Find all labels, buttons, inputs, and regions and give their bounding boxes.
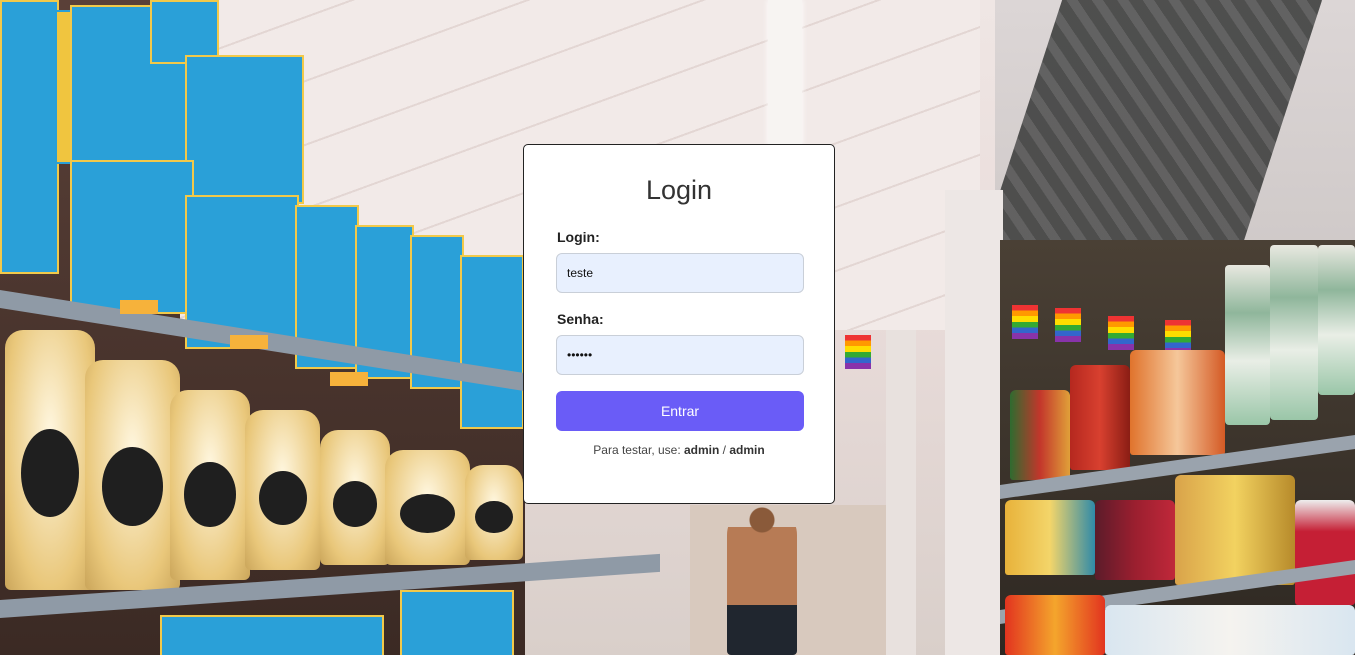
price-tag (330, 372, 368, 386)
password-label: Senha: (557, 311, 604, 327)
pride-flag (1165, 320, 1191, 354)
username-label: Login: (557, 229, 600, 245)
can-stack (1318, 245, 1355, 395)
can-stack (1270, 245, 1318, 420)
bottles (1130, 350, 1225, 455)
bottles (1010, 390, 1070, 480)
can-stack (1225, 265, 1270, 425)
pasta-bag (5, 330, 95, 590)
jars (1005, 500, 1095, 575)
pasta-box (400, 590, 514, 655)
pasta-bag (320, 430, 390, 565)
jars (1295, 500, 1355, 605)
login-card: Login Login: Senha: Entrar Para testar, … (523, 144, 835, 504)
pride-flag (1012, 305, 1038, 339)
bottles (1005, 595, 1105, 655)
hint-separator: / (719, 443, 730, 457)
password-input[interactable] (556, 335, 804, 375)
pasta-bag (245, 410, 320, 570)
pasta-box (460, 255, 524, 429)
hint-user: admin (684, 443, 720, 457)
pasta-box (70, 160, 194, 314)
bottles (1070, 365, 1130, 470)
pasta-box (185, 55, 304, 204)
jars (1105, 605, 1355, 655)
pasta-box (0, 0, 59, 274)
pasta-bag (170, 390, 250, 580)
shopper (727, 505, 797, 655)
jars (1175, 475, 1295, 585)
pasta-bag (385, 450, 470, 565)
jars (1095, 500, 1175, 580)
pasta-bag (465, 465, 523, 560)
pasta-box (160, 615, 384, 655)
pride-flag (845, 335, 871, 369)
ceiling-light (768, 0, 802, 145)
login-title: Login (645, 175, 713, 205)
price-tag (120, 300, 158, 314)
username-input[interactable] (556, 253, 804, 293)
test-credentials-hint: Para testar, use: admin / admin (524, 443, 834, 457)
price-tag (230, 335, 268, 349)
pride-flag (1055, 308, 1081, 342)
hint-prefix: Para testar, use: (593, 443, 684, 457)
pride-flag (1108, 316, 1134, 350)
submit-button[interactable]: Entrar (556, 391, 804, 431)
hint-pass: admin (729, 443, 765, 457)
pasta-bag (85, 360, 180, 590)
pillar (886, 330, 916, 655)
pillar (945, 190, 1003, 655)
